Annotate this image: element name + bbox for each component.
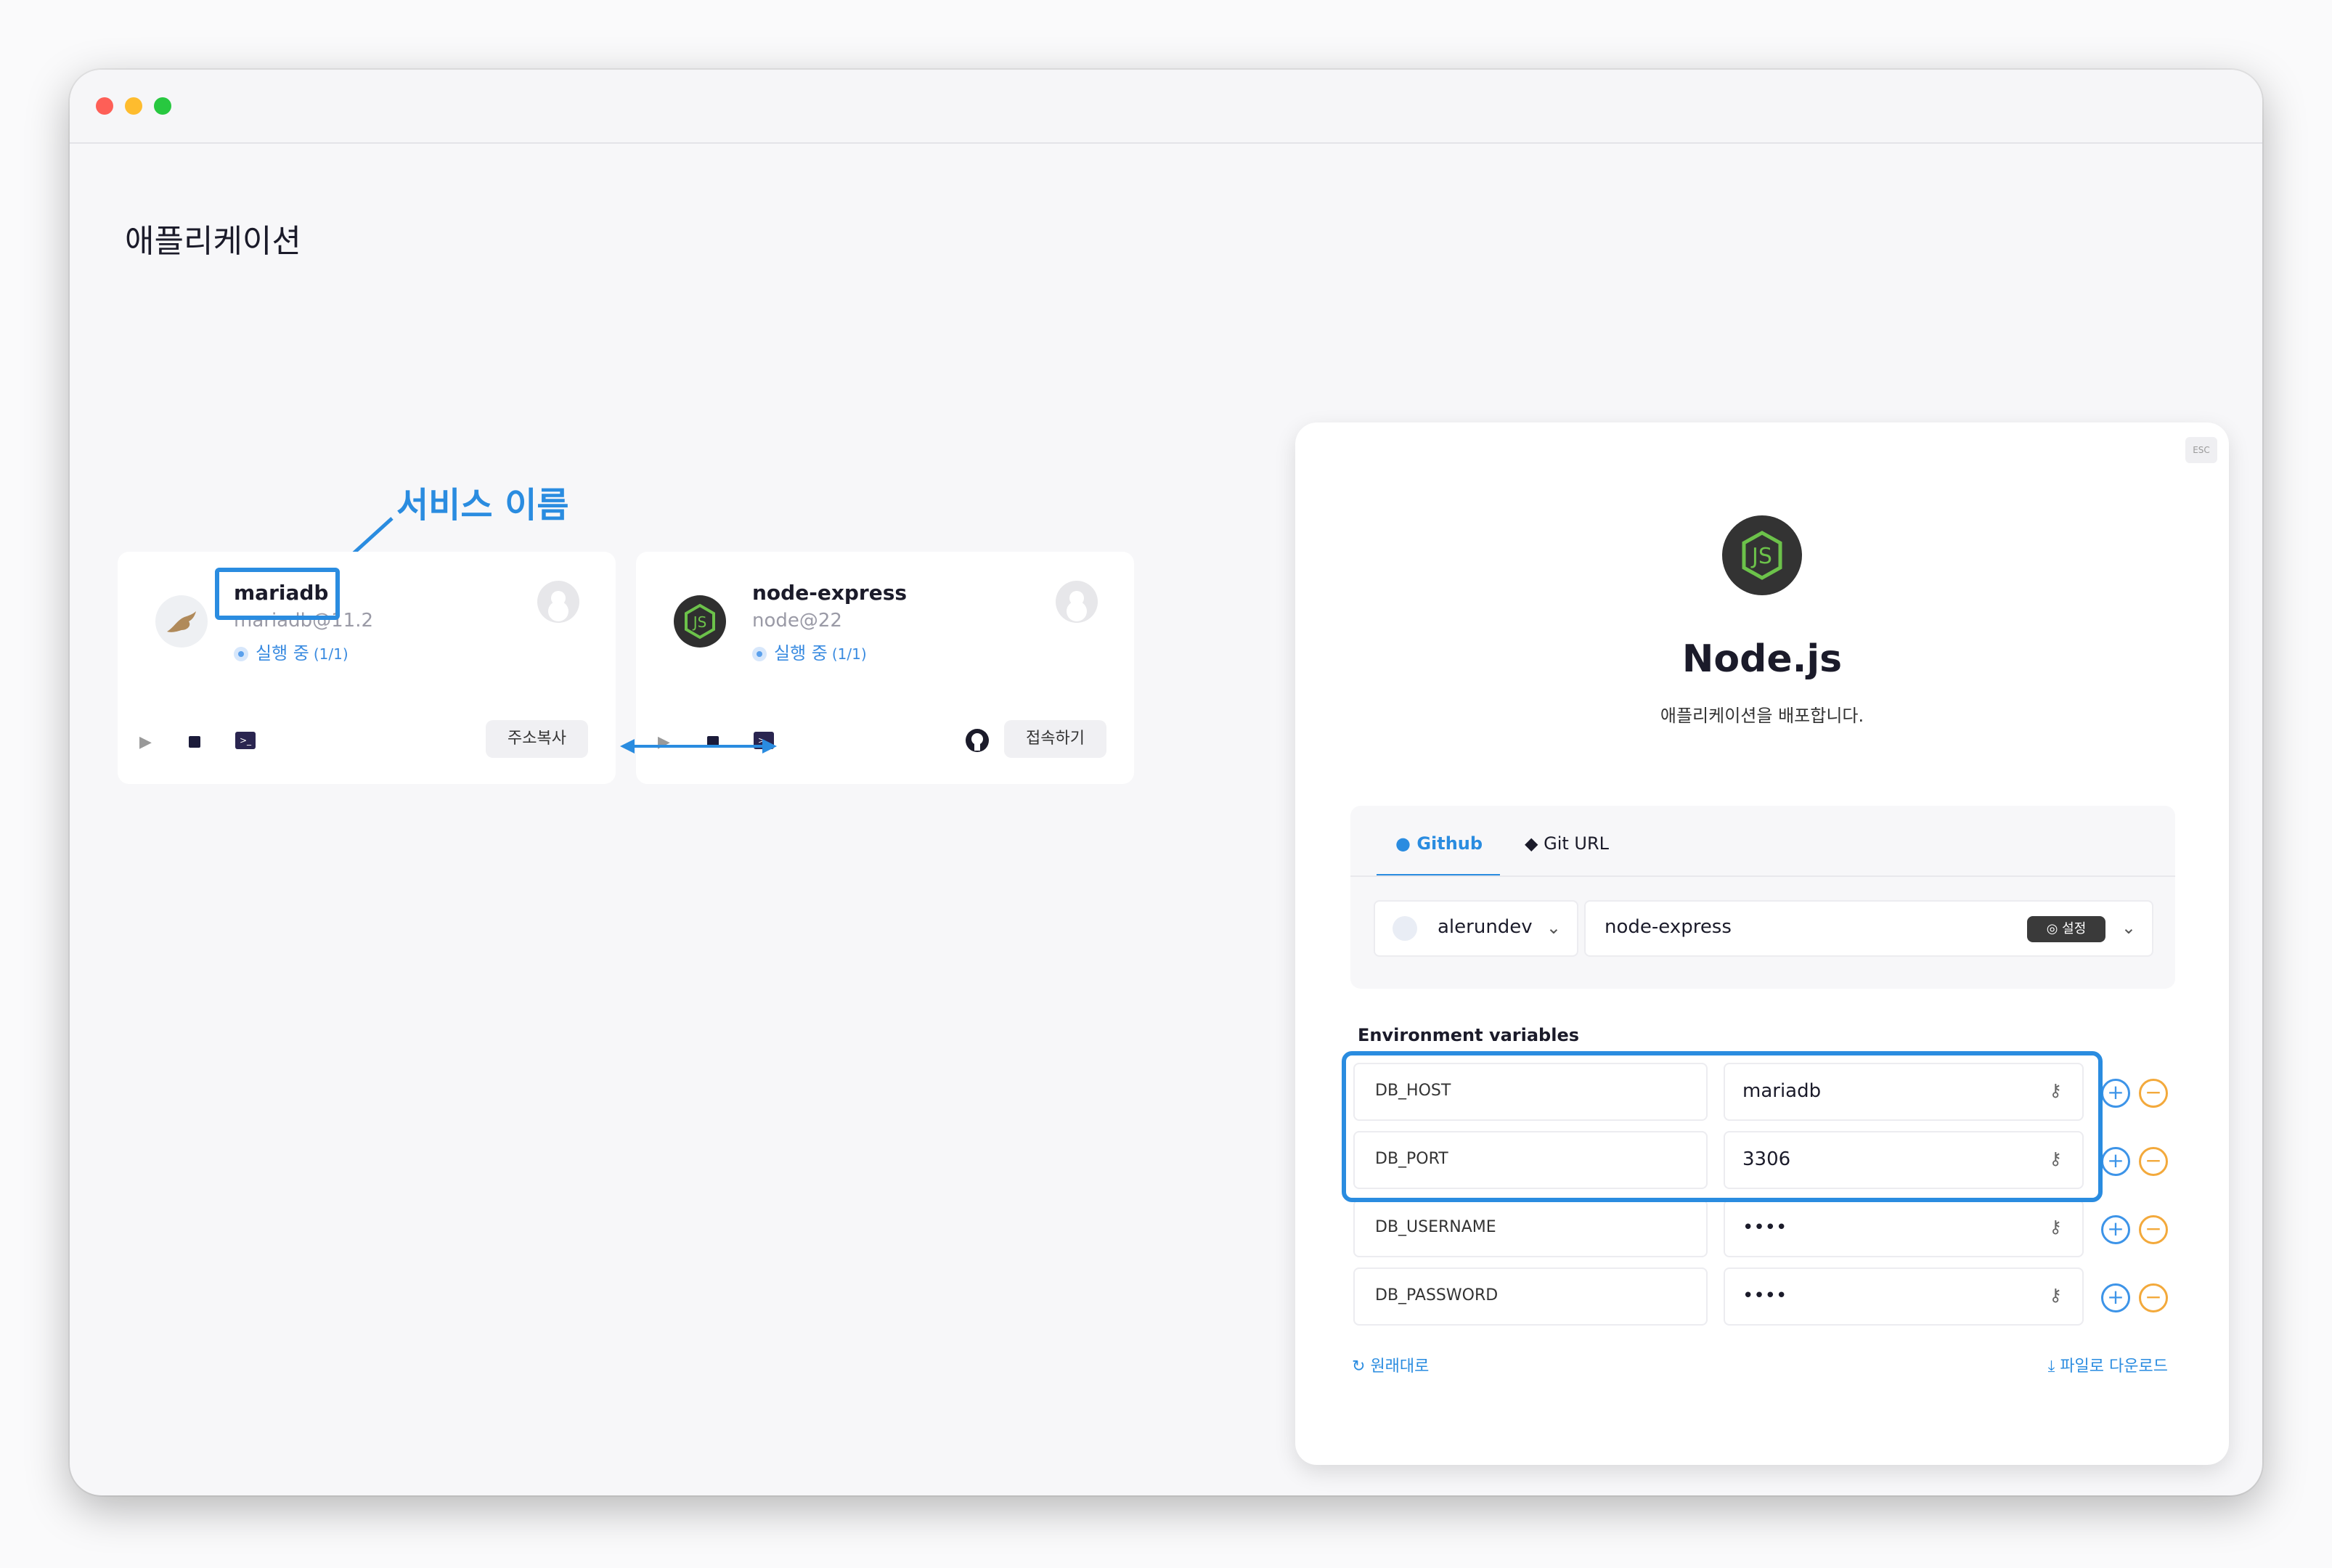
app-window: 애플리케이션 서비스 이름 mariadb mariadb@11.2 실행 중(… (70, 70, 2262, 1495)
github-icon[interactable] (964, 727, 990, 754)
chevron-down-icon: ⌄ (1546, 918, 1561, 938)
status-text: 실행 중 (256, 643, 309, 663)
tab-label: Github (1416, 833, 1483, 854)
link-arrow-icon (620, 739, 777, 754)
nodejs-logo-icon: JS (1722, 515, 1802, 595)
add-env-icon[interactable]: + (2101, 1283, 2130, 1312)
remove-env-icon[interactable]: − (2139, 1215, 2168, 1244)
github-icon: ● (1395, 833, 1411, 854)
chevron-down-icon: ⌄ (2121, 918, 2136, 938)
env-value-field[interactable]: •••• ⚷ (1724, 1267, 2084, 1326)
tab-github[interactable]: ● Github (1377, 823, 1500, 877)
env-key-field[interactable]: DB_USERNAME (1353, 1199, 1708, 1257)
download-button[interactable]: ⤓ 파일로 다운로드 (2048, 1353, 2168, 1376)
key-icon[interactable]: ⚷ (2049, 1217, 2062, 1237)
git-icon: ◆ (1525, 833, 1538, 854)
env-key-field[interactable]: DB_PASSWORD (1353, 1267, 1708, 1326)
reset-label: 원래대로 (1370, 1357, 1430, 1376)
repo-name: node-express (1605, 916, 1732, 938)
nodejs-logo-icon: JS (674, 595, 726, 648)
refresh-icon: ↻ (1352, 1357, 1371, 1376)
owner-select[interactable]: alerundev ⌄ (1374, 900, 1578, 957)
gear-icon: ◎ (2046, 921, 2063, 936)
repo-select[interactable]: node-express ◎ 설정 ⌄ (1584, 900, 2153, 957)
svg-text:JS: JS (692, 613, 707, 631)
download-icon: ⤓ (2047, 1357, 2060, 1376)
add-env-icon[interactable]: + (2101, 1215, 2130, 1244)
close-window-button[interactable] (96, 97, 113, 115)
service-card-mariadb[interactable]: mariadb mariadb@11.2 실행 중 (1/1) ▶ >_ 주소복사 (118, 552, 616, 784)
service-name: node-express (752, 581, 908, 605)
env-value: •••• (1742, 1217, 1787, 1238)
remove-env-icon[interactable]: − (2139, 1147, 2168, 1176)
service-status: 실행 중 (1/1) (234, 639, 348, 664)
repo-panel: ● Github ◆ Git URL alerundev ⌄ node-expr… (1350, 806, 2175, 989)
tab-git-url[interactable]: ◆ Git URL (1525, 823, 1609, 874)
page-title: 애플리케이션 (125, 223, 301, 260)
env-title: Environment variables (1358, 1025, 1580, 1045)
modal-title: Node.js (1681, 637, 1843, 681)
owner-avatar (1393, 916, 1417, 941)
remove-env-icon[interactable]: − (2139, 1283, 2168, 1312)
svg-text:JS: JS (1750, 544, 1772, 569)
avatar[interactable] (1056, 581, 1098, 623)
status-dot-icon (752, 647, 767, 661)
esc-button[interactable]: ESC (2185, 437, 2217, 463)
tab-label: Git URL (1544, 833, 1610, 854)
add-env-icon[interactable]: + (2101, 1147, 2130, 1176)
deploy-modal: ESC JS Node.js 애플리케이션을 배포합니다. ● Github ◆… (1295, 422, 2229, 1465)
service-name-highlight (215, 568, 340, 620)
status-count: (1/1) (831, 645, 867, 663)
minimize-window-button[interactable] (125, 97, 142, 115)
service-version: node@22 (752, 610, 842, 632)
connect-button[interactable]: 접속하기 (1004, 720, 1106, 758)
env-row: DB_USERNAME •••• ⚷ (1353, 1199, 2084, 1257)
modal-subtitle: 애플리케이션을 배포합니다. (1660, 706, 1864, 726)
download-label: 파일로 다운로드 (2060, 1357, 2168, 1376)
title-bar (70, 70, 2262, 144)
terminal-icon[interactable]: >_ (235, 732, 256, 749)
remove-env-icon[interactable]: − (2139, 1079, 2168, 1108)
key-icon[interactable]: ⚷ (2049, 1285, 2062, 1305)
avatar[interactable] (537, 581, 579, 623)
tab-divider (1350, 875, 2175, 877)
env-key: DB_PASSWORD (1375, 1286, 1499, 1304)
env-value-field[interactable]: •••• ⚷ (1724, 1199, 2084, 1257)
maximize-window-button[interactable] (154, 97, 171, 115)
settings-label: 설정 (2062, 921, 2087, 936)
env-key: DB_USERNAME (1375, 1218, 1496, 1236)
play-icon[interactable]: ▶ (139, 733, 152, 751)
settings-button[interactable]: ◎ 설정 (2027, 916, 2105, 942)
reset-button[interactable]: ↻ 원래대로 (1352, 1353, 1429, 1376)
annotation-label: 서비스 이름 (396, 485, 569, 526)
status-text: 실행 중 (774, 643, 828, 663)
service-status: 실행 중 (1/1) (752, 639, 867, 664)
stop-icon[interactable] (189, 736, 200, 748)
add-env-icon[interactable]: + (2101, 1079, 2130, 1108)
status-count: (1/1) (313, 645, 348, 663)
env-row: DB_PASSWORD •••• ⚷ (1353, 1267, 2084, 1326)
status-dot-icon (234, 647, 248, 661)
copy-address-button[interactable]: 주소복사 (486, 720, 588, 758)
env-highlight (1342, 1051, 2103, 1202)
mariadb-logo-icon (155, 595, 208, 648)
env-value: •••• (1742, 1285, 1787, 1307)
owner-name: alerundev (1438, 916, 1533, 938)
